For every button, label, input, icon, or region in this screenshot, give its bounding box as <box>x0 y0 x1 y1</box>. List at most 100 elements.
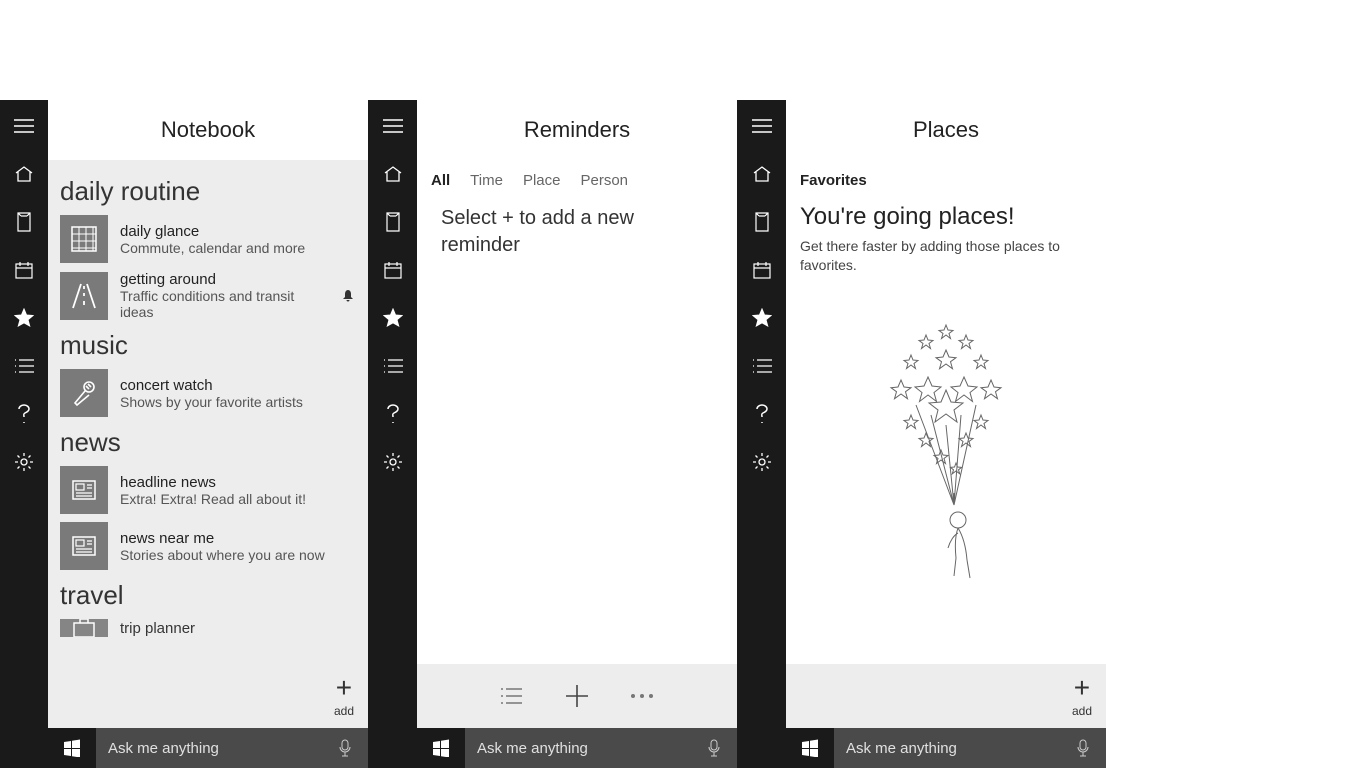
microphone-icon[interactable] <box>338 739 356 757</box>
filter-time[interactable]: Time <box>470 172 503 189</box>
list-icon[interactable] <box>742 346 782 386</box>
item-trip-planner[interactable]: trip planner <box>48 615 368 641</box>
hamburger-icon[interactable] <box>373 106 413 146</box>
windows-start-icon[interactable] <box>48 728 96 768</box>
nav-rail <box>0 100 48 768</box>
home-icon[interactable] <box>373 154 413 194</box>
search-input[interactable]: Ask me anything <box>96 728 368 768</box>
pane-title: Reminders <box>417 100 737 160</box>
places-subtitle: Get there faster by adding those places … <box>800 237 1092 275</box>
notebook-footer: + add <box>48 664 368 728</box>
notebook-icon[interactable] <box>4 202 44 242</box>
item-subtitle: Traffic conditions and transit ideas <box>120 288 330 320</box>
pane-title: Notebook <box>48 100 368 160</box>
places-body: Favorites You're going places! Get there… <box>786 160 1106 664</box>
section-music: music <box>48 324 368 365</box>
illustration <box>800 315 1092 595</box>
add-label: add <box>334 704 354 718</box>
taskbar: Ask me anything <box>48 728 368 768</box>
item-concert-watch[interactable]: concert watch Shows by your favorite art… <box>48 365 368 421</box>
windows-start-icon[interactable] <box>786 728 834 768</box>
item-title: daily glance <box>120 223 356 240</box>
help-icon[interactable] <box>4 394 44 434</box>
microphone-icon[interactable] <box>707 739 725 757</box>
settings-icon[interactable] <box>4 442 44 482</box>
notebook-icon[interactable] <box>742 202 782 242</box>
plus-icon: + <box>336 674 352 702</box>
help-icon[interactable] <box>373 394 413 434</box>
road-icon <box>60 272 108 320</box>
search-placeholder: Ask me anything <box>477 740 588 757</box>
filter-all[interactable]: All <box>431 172 450 189</box>
newspaper-icon <box>60 466 108 514</box>
item-title: headline news <box>120 474 356 491</box>
search-input[interactable]: Ask me anything <box>465 728 737 768</box>
plus-icon: + <box>1074 674 1090 702</box>
item-title: concert watch <box>120 377 356 394</box>
nav-rail <box>738 100 786 768</box>
section-daily-routine: daily routine <box>48 170 368 211</box>
calendar-icon[interactable] <box>4 250 44 290</box>
places-footer: + add <box>786 664 1106 728</box>
places-headline: You're going places! <box>800 203 1092 231</box>
calendar-icon[interactable] <box>742 250 782 290</box>
item-subtitle: Extra! Extra! Read all about it! <box>120 491 356 507</box>
settings-icon[interactable] <box>742 442 782 482</box>
windows-start-icon[interactable] <box>417 728 465 768</box>
filter-person[interactable]: Person <box>580 172 628 189</box>
pane-title: Places <box>786 100 1106 160</box>
item-news-near-me[interactable]: news near me Stories about where you are… <box>48 518 368 574</box>
help-icon[interactable] <box>742 394 782 434</box>
hamburger-icon[interactable] <box>4 106 44 146</box>
star-icon[interactable] <box>742 298 782 338</box>
settings-icon[interactable] <box>373 442 413 482</box>
notebook-icon[interactable] <box>373 202 413 242</box>
newspaper-icon <box>60 522 108 570</box>
item-title: getting around <box>120 271 330 288</box>
pane-notebook: Notebook daily routine daily glance Comm… <box>0 100 368 768</box>
item-title: trip planner <box>120 620 356 637</box>
item-subtitle: Commute, calendar and more <box>120 240 356 256</box>
section-news: news <box>48 421 368 462</box>
search-input[interactable]: Ask me anything <box>834 728 1106 768</box>
list-icon[interactable] <box>4 346 44 386</box>
taskbar: Ask me anything <box>786 728 1106 768</box>
home-icon[interactable] <box>4 154 44 194</box>
hamburger-icon[interactable] <box>742 106 782 146</box>
favorites-head: Favorites <box>800 172 1092 189</box>
item-daily-glance[interactable]: daily glance Commute, calendar and more <box>48 211 368 267</box>
microphone-icon <box>60 369 108 417</box>
list-view-button[interactable] <box>500 687 524 705</box>
suitcase-icon <box>60 619 108 637</box>
reminders-body: All Time Place Person Select + to add a … <box>417 160 737 664</box>
item-headline-news[interactable]: headline news Extra! Extra! Read all abo… <box>48 462 368 518</box>
add-reminder-button[interactable] <box>564 683 590 709</box>
microphone-icon[interactable] <box>1076 739 1094 757</box>
notebook-list: daily routine daily glance Commute, cale… <box>48 160 368 664</box>
notification-bell-icon <box>342 289 356 303</box>
search-placeholder: Ask me anything <box>108 740 219 757</box>
nav-rail <box>369 100 417 768</box>
reminders-content: Reminders All Time Place Person Select +… <box>417 100 737 768</box>
places-content: Places Favorites You're going places! Ge… <box>786 100 1106 768</box>
pane-places: Places Favorites You're going places! Ge… <box>738 100 1106 768</box>
search-placeholder: Ask me anything <box>846 740 957 757</box>
more-button[interactable] <box>630 693 654 699</box>
empty-state-message: Select + to add a new reminder <box>417 205 737 259</box>
list-icon[interactable] <box>373 346 413 386</box>
item-subtitle: Stories about where you are now <box>120 547 356 563</box>
notebook-content: Notebook daily routine daily glance Comm… <box>48 100 368 768</box>
section-travel: travel <box>48 574 368 615</box>
star-icon[interactable] <box>4 298 44 338</box>
add-button[interactable]: + add <box>1072 674 1092 718</box>
add-label: add <box>1072 704 1092 718</box>
home-icon[interactable] <box>742 154 782 194</box>
filter-place[interactable]: Place <box>523 172 561 189</box>
item-subtitle: Shows by your favorite artists <box>120 394 356 410</box>
item-getting-around[interactable]: getting around Traffic conditions and tr… <box>48 267 368 324</box>
filter-row: All Time Place Person <box>417 160 737 205</box>
add-button[interactable]: + add <box>334 674 354 718</box>
item-title: news near me <box>120 530 356 547</box>
star-icon[interactable] <box>373 298 413 338</box>
calendar-icon[interactable] <box>373 250 413 290</box>
